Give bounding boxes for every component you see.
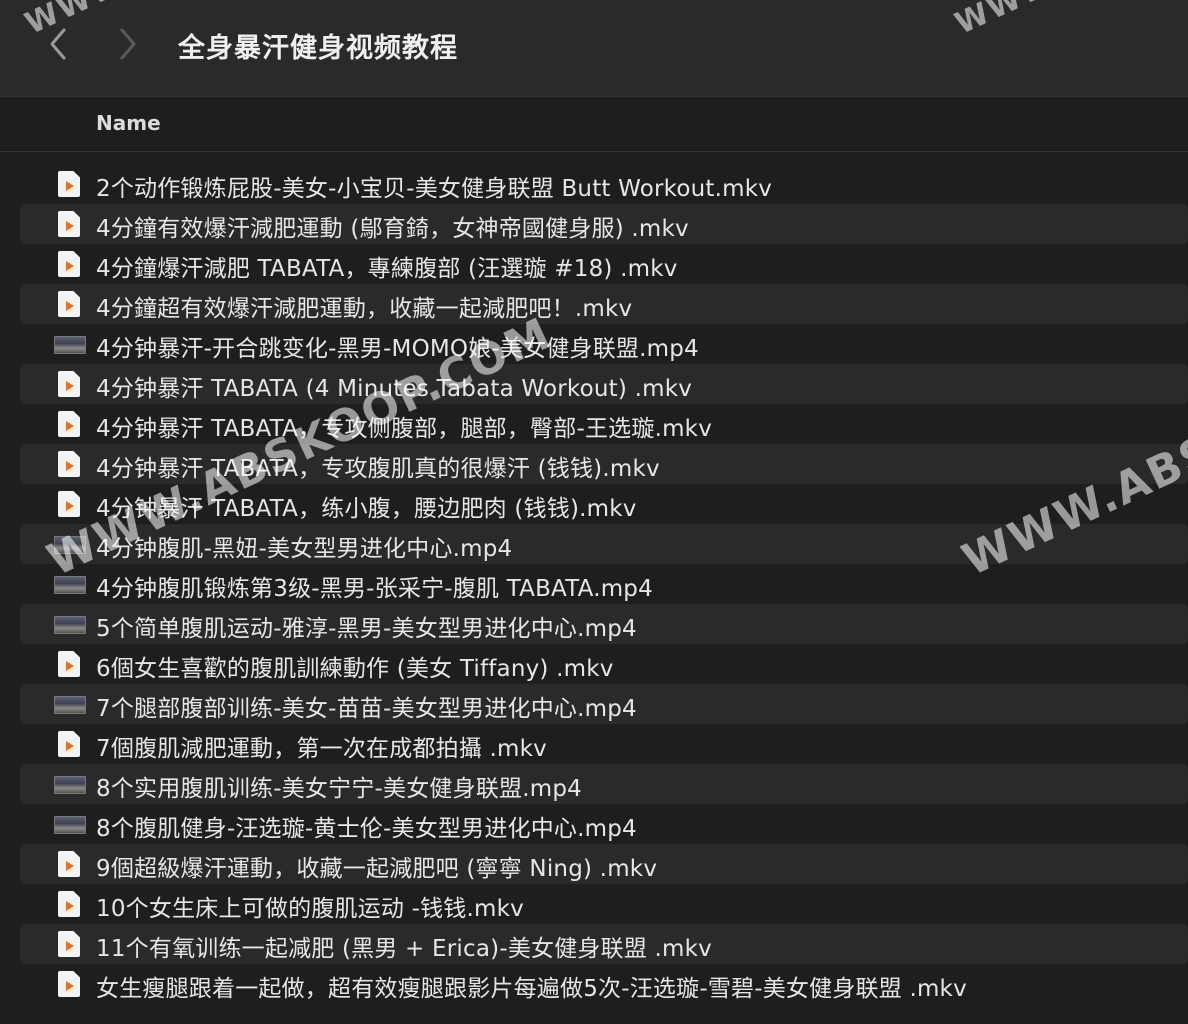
file-name: 4分钟暴汗 TABATA (4 Minutes Tabata Workout) … [96, 376, 693, 402]
file-name: 4分鐘有效爆汗減肥運動 (鄔育錡，女神帝國健身服) .mkv [96, 216, 689, 242]
file-row[interactable]: 4分钟暴汗 TABATA，专攻腹肌真的很爆汗 (钱钱).mkv [20, 444, 1188, 484]
name-column-header[interactable]: Name [96, 111, 161, 135]
file-row[interactable]: 8个腹肌健身-汪选璇-黄士伦-美女型男进化中心.mp4 [20, 804, 1188, 844]
chevron-left-icon [50, 28, 66, 60]
mkv-file-icon [56, 451, 82, 477]
mkv-file-icon [56, 251, 82, 277]
file-name: 2个动作锻炼屁股-美女-小宝贝-美女健身联盟 Butt Workout.mkv [96, 176, 773, 202]
file-name: 4分钟暴汗 TABATA，练小腹，腰边肥肉 (钱钱).mkv [96, 496, 637, 522]
file-row[interactable]: 2个动作锻炼屁股-美女-小宝贝-美女健身联盟 Butt Workout.mkv [20, 164, 1188, 204]
file-name: 7個腹肌減肥運動，第一次在成都拍攝 .mkv [96, 736, 547, 762]
file-row[interactable]: 女生瘦腿跟着一起做，超有效瘦腿跟影片每遍做5次-汪选璇-雪碧-美女健身联盟 .m… [20, 964, 1188, 1004]
file-list: 2个动作锻炼屁股-美女-小宝贝-美女健身联盟 Butt Workout.mkv 4… [20, 164, 1188, 1004]
video-thumbnail-icon [54, 691, 86, 717]
file-name: 女生瘦腿跟着一起做，超有效瘦腿跟影片每遍做5次-汪选璇-雪碧-美女健身联盟 .m… [96, 976, 967, 1002]
document-shape [58, 971, 80, 997]
forward-button[interactable] [108, 24, 148, 64]
file-name: 4分钟暴汗 TABATA，专攻腹肌真的很爆汗 (钱钱).mkv [96, 456, 660, 482]
video-thumbnail-icon [54, 571, 86, 597]
file-row[interactable]: 4分鐘有效爆汗減肥運動 (鄔育錡，女神帝國健身服) .mkv [20, 204, 1188, 244]
file-row[interactable]: 10个女生床上可做的腹肌运动 -钱钱.mkv [20, 884, 1188, 924]
mkv-file-icon [56, 491, 82, 517]
file-row[interactable]: 11个有氧训练一起减肥 (黑男 + Erica)-美女健身联盟 .mkv [20, 924, 1188, 964]
folder-title: 全身暴汗健身视频教程 [178, 33, 458, 64]
file-row[interactable]: 6個女生喜歡的腹肌訓練動作 (美女 Tiffany) .mkv [20, 644, 1188, 684]
file-name: 9個超級爆汗運動，收藏一起減肥吧 (寧寧 Ning) .mkv [96, 856, 658, 882]
finder-window: 全身暴汗健身视频教程 Name 2个动作锻炼屁股-美女-小宝贝-美女健身联盟 B… [0, 0, 1188, 1024]
file-name: 8个实用腹肌训练-美女宁宁-美女健身联盟.mp4 [96, 776, 582, 802]
document-shape [58, 171, 80, 197]
file-row[interactable]: 4分钟暴汗 TABATA，练小腹，腰边肥肉 (钱钱).mkv [20, 484, 1188, 524]
mkv-file-icon [56, 971, 82, 997]
document-shape [58, 411, 80, 437]
file-name: 4分钟暴汗 TABATA，专攻侧腹部，腿部，臀部-王选璇.mkv [96, 416, 713, 442]
file-row[interactable]: 4分钟暴汗-开合跳变化-黑男-MOMO娘-美女健身联盟.mp4 [20, 324, 1188, 364]
video-thumbnail-icon [54, 331, 86, 357]
document-shape [58, 451, 80, 477]
file-name: 8个腹肌健身-汪选璇-黄士伦-美女型男进化中心.mp4 [96, 816, 637, 842]
thumbnail-image [54, 776, 86, 794]
back-button[interactable] [38, 24, 78, 64]
video-thumbnail-icon [54, 611, 86, 637]
thumbnail-image [54, 616, 86, 634]
file-row[interactable]: 7个腿部腹部训练-美女-苗苗-美女型男进化中心.mp4 [20, 684, 1188, 724]
video-thumbnail-icon [54, 771, 86, 797]
file-name: 5个简单腹肌运动-雅淳-黑男-美女型男进化中心.mp4 [96, 616, 637, 642]
file-row[interactable]: 4分钟暴汗 TABATA，专攻侧腹部，腿部，臀部-王选璇.mkv [20, 404, 1188, 444]
document-shape [58, 291, 80, 317]
mkv-file-icon [56, 891, 82, 917]
document-shape [58, 731, 80, 757]
chevron-right-icon [120, 28, 136, 60]
mkv-file-icon [56, 291, 82, 317]
mkv-file-icon [56, 211, 82, 237]
file-name: 4分钟腹肌锻炼第3级-黑男-张采宁-腹肌 TABATA.mp4 [96, 576, 653, 602]
video-thumbnail-icon [54, 811, 86, 837]
thumbnail-image [54, 696, 86, 714]
file-row[interactable]: 7個腹肌減肥運動，第一次在成都拍攝 .mkv [20, 724, 1188, 764]
thumbnail-image [54, 536, 86, 554]
column-header: Name [0, 99, 1188, 152]
video-thumbnail-icon [54, 531, 86, 557]
document-shape [58, 891, 80, 917]
file-row[interactable]: 9個超級爆汗運動，收藏一起減肥吧 (寧寧 Ning) .mkv [20, 844, 1188, 884]
file-row[interactable]: 4分鐘超有效爆汗減肥運動，收藏一起減肥吧！.mkv [20, 284, 1188, 324]
document-shape [58, 851, 80, 877]
file-row[interactable]: 4分鐘爆汗減肥 TABATA，專練腹部 (汪選璇 #18) .mkv [20, 244, 1188, 284]
mkv-file-icon [56, 651, 82, 677]
thumbnail-image [54, 336, 86, 354]
document-shape [58, 931, 80, 957]
file-row[interactable]: 4分钟腹肌-黑妞-美女型男进化中心.mp4 [20, 524, 1188, 564]
document-shape [58, 491, 80, 517]
file-row[interactable]: 5个简单腹肌运动-雅淳-黑男-美女型男进化中心.mp4 [20, 604, 1188, 644]
file-name: 4分钟暴汗-开合跳变化-黑男-MOMO娘-美女健身联盟.mp4 [96, 336, 699, 362]
mkv-file-icon [56, 931, 82, 957]
mkv-file-icon [56, 171, 82, 197]
document-shape [58, 371, 80, 397]
file-row[interactable]: 4分钟腹肌锻炼第3级-黑男-张采宁-腹肌 TABATA.mp4 [20, 564, 1188, 604]
file-name: 11个有氧训练一起减肥 (黑男 + Erica)-美女健身联盟 .mkv [96, 936, 712, 962]
document-shape [58, 651, 80, 677]
document-shape [58, 251, 80, 277]
file-name: 4分钟腹肌-黑妞-美女型男进化中心.mp4 [96, 536, 513, 562]
file-name: 7个腿部腹部训练-美女-苗苗-美女型男进化中心.mp4 [96, 696, 637, 722]
mkv-file-icon [56, 851, 82, 877]
file-name: 4分鐘爆汗減肥 TABATA，專練腹部 (汪選璇 #18) .mkv [96, 256, 678, 282]
file-name: 10个女生床上可做的腹肌运动 -钱钱.mkv [96, 896, 524, 922]
file-name: 4分鐘超有效爆汗減肥運動，收藏一起減肥吧！.mkv [96, 296, 633, 322]
mkv-file-icon [56, 371, 82, 397]
document-shape [58, 211, 80, 237]
title-bar: 全身暴汗健身视频教程 [0, 0, 1188, 99]
thumbnail-image [54, 816, 86, 834]
file-row[interactable]: 8个实用腹肌训练-美女宁宁-美女健身联盟.mp4 [20, 764, 1188, 804]
thumbnail-image [54, 576, 86, 594]
file-row[interactable]: 4分钟暴汗 TABATA (4 Minutes Tabata Workout) … [20, 364, 1188, 404]
mkv-file-icon [56, 731, 82, 757]
mkv-file-icon [56, 411, 82, 437]
file-name: 6個女生喜歡的腹肌訓練動作 (美女 Tiffany) .mkv [96, 656, 614, 682]
